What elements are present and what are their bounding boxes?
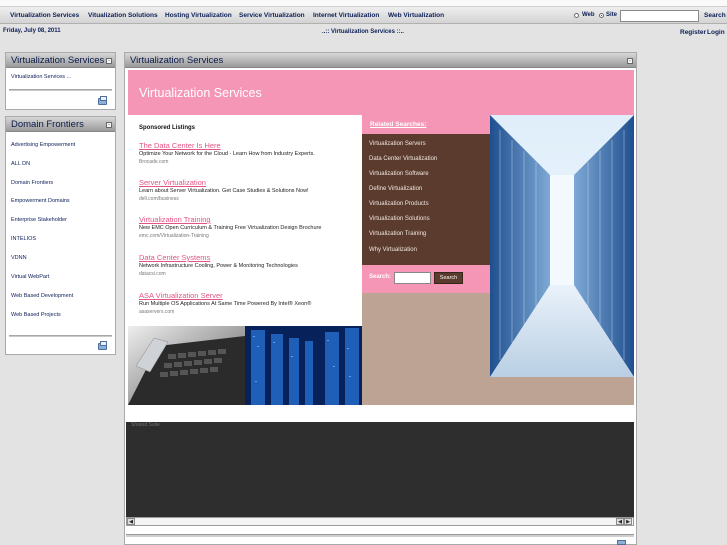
ad-item: Virtualization Training New EMC Open Cur…	[139, 215, 321, 239]
banner-title: Virtualization Services	[139, 86, 262, 100]
ad-description: New EMC Open Curriculum & Training Free …	[139, 225, 322, 231]
ad-url[interactable]: dell.com/business	[139, 196, 309, 202]
panel-header: Domain Frontiers -	[6, 117, 115, 132]
sidebar-panel-virtualization: Virtualization Services - Virtualization…	[5, 52, 116, 110]
related-searches: Related Searches: Virtualization Servers…	[362, 115, 490, 265]
related-search-input[interactable]	[394, 272, 431, 284]
sponsored-listings: Sponsored Listings The Data Center Is He…	[128, 115, 362, 326]
ad-title-link[interactable]: ASA Virtualization Server	[139, 291, 311, 300]
ad-title-link[interactable]: Server Virtualization	[139, 178, 309, 187]
keyboard-image	[128, 326, 245, 405]
scroll-right-icon[interactable]: ▶	[624, 518, 632, 525]
print-icon[interactable]	[98, 341, 107, 350]
print-icon[interactable]	[617, 540, 626, 545]
ad-item: Server Virtualization Learn about Server…	[139, 178, 309, 202]
related-item[interactable]: Virtualization Products	[369, 201, 429, 207]
ad-url[interactable]: datacsi.com	[139, 271, 298, 277]
panel-title: Domain Frontiers	[11, 119, 84, 130]
sidebar-item-web-based-projects[interactable]: Web Based Projects	[11, 312, 61, 318]
related-header: Related Searches:	[362, 115, 490, 134]
search-link[interactable]: Search	[704, 12, 726, 19]
tan-block	[362, 293, 490, 405]
login-link[interactable]: Login	[707, 29, 725, 36]
nav-virtualization-services[interactable]: Virtualization Services	[10, 12, 79, 19]
sidebar-item-advertising-empowerment[interactable]: Advertising Empowerment	[11, 142, 75, 148]
sidebar-item-empowerment-domains[interactable]: Empowerment Domains	[11, 198, 70, 204]
collapse-icon[interactable]: -	[106, 58, 112, 64]
top-nav: Virtualization Services Vitualization So…	[0, 7, 727, 24]
sidebar-panel-domain-frontiers: Domain Frontiers - Advertising Empowerme…	[5, 116, 116, 355]
ad-title-link[interactable]: Virtualization Training	[139, 215, 321, 224]
ad-item: The Data Center Is Here Optimize Your Ne…	[139, 141, 315, 165]
server-rack-image	[245, 326, 362, 405]
nav-hosting-virtualization[interactable]: Hosting Virtualization	[165, 12, 232, 19]
server-room-image	[490, 115, 634, 377]
ad-description: Run Multiple OS Applications At Same Tim…	[139, 301, 312, 307]
current-date: Friday, July 08, 2011	[3, 28, 61, 34]
radio-web[interactable]	[574, 13, 579, 18]
panel-text: Virtualization Services ...	[11, 74, 72, 80]
divider	[9, 89, 112, 91]
ad-description: Learn about Server Virtualization. Get C…	[139, 188, 309, 194]
ad-description: Optimize Your Network for the Cloud - Le…	[139, 151, 315, 157]
sidebar-item-all-dn[interactable]: ALL DN	[11, 161, 30, 167]
related-item[interactable]: Define Virtualization	[369, 186, 422, 192]
related-search-button[interactable]: Search	[434, 272, 463, 284]
breadcrumb: ..:: Virtualization Services ::..	[322, 29, 404, 35]
related-item[interactable]: Data Center Virtualization	[369, 156, 437, 162]
ad-url[interactable]: emc.com/Virtualization-Training	[139, 233, 321, 239]
main-panel-title: Virtualization Services	[130, 55, 224, 66]
main-panel-header: Virtualization Services -	[125, 53, 636, 68]
scroll-left-icon[interactable]: ◀	[616, 518, 624, 525]
print-icon[interactable]	[98, 96, 107, 105]
horizontal-scrollbar[interactable]: ◀ ◀ ▶	[126, 517, 634, 526]
top-strip	[0, 0, 727, 7]
page-banner: Virtualization Services	[128, 70, 634, 115]
sidebar-item-enterprise-stakeholder[interactable]: Enterprise Stakeholder	[11, 217, 67, 223]
ad-item: ASA Virtualization Server Run Multiple O…	[139, 291, 311, 315]
related-title: Related Searches:	[370, 121, 427, 128]
ad-item: Data Center Systems Network Infrastructu…	[139, 253, 298, 277]
sidebar-item-virtual-webpart[interactable]: Virtual WebPart	[11, 274, 49, 280]
related-item[interactable]: Virtualization Servers	[369, 141, 426, 147]
related-item[interactable]: Virtualization Training	[369, 231, 426, 237]
tan-block	[490, 377, 634, 405]
related-item[interactable]: Why Virtualization	[369, 247, 417, 253]
video-label: Shared Suite	[131, 422, 160, 428]
video-player[interactable]: Shared Suite	[126, 422, 634, 517]
panel-title: Virtualization Services	[11, 55, 105, 66]
divider	[9, 335, 112, 337]
sidebar-item-domain-frontiers[interactable]: Domain Frontiers	[11, 180, 53, 186]
related-search-bar: Search: Search	[362, 265, 490, 293]
scroll-left-icon[interactable]: ◀	[127, 518, 135, 525]
sponsored-heading: Sponsored Listings	[139, 125, 196, 131]
collapse-icon[interactable]: -	[627, 58, 633, 64]
bottom-divider	[126, 534, 634, 537]
ad-url[interactable]: asaservers.com	[139, 309, 311, 315]
site-search-input[interactable]	[620, 10, 699, 22]
related-search-label: Search:	[369, 274, 392, 280]
radio-web-label: Web	[582, 12, 595, 18]
ad-title-link[interactable]: The Data Center Is Here	[139, 141, 315, 150]
ad-title-link[interactable]: Data Center Systems	[139, 253, 298, 262]
nav-web-virtualization[interactable]: Web Virtualization	[388, 12, 444, 19]
nav-internet-virtualization[interactable]: Internet Virtualization	[313, 12, 379, 19]
panel-header: Virtualization Services -	[6, 53, 115, 68]
ad-description: Network Infrastructure Cooling, Power & …	[139, 263, 298, 269]
sidebar-item-intelios[interactable]: INTELIOS	[11, 236, 36, 242]
nav-service-virtualization[interactable]: Service Virtualization	[239, 12, 305, 19]
radio-site[interactable]	[599, 13, 604, 18]
sidebar-item-web-based-development[interactable]: Web Based Development	[11, 293, 73, 299]
sidebar-item-vdnn[interactable]: VDNN	[11, 255, 27, 261]
collapse-icon[interactable]: -	[106, 122, 112, 128]
related-item[interactable]: Virtualization Solutions	[369, 216, 430, 222]
register-link[interactable]: Register	[680, 29, 706, 36]
nav-vitualization-solutions[interactable]: Vitualization Solutions	[88, 12, 158, 19]
ad-url[interactable]: Brocade.com	[139, 159, 315, 165]
related-item[interactable]: Virtualization Software	[369, 171, 429, 177]
radio-site-label: Site	[606, 12, 618, 18]
